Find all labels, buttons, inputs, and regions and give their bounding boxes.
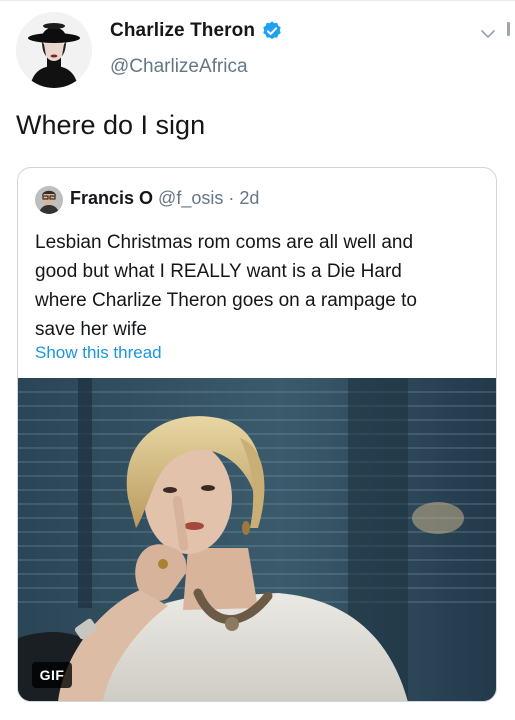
quoted-text-line: save her wife [35, 319, 147, 340]
meta-separator: · [228, 188, 235, 208]
gif-media[interactable]: GIF [18, 378, 496, 701]
quoted-author-header[interactable]: Francis O @f_osis · 2d [70, 188, 259, 209]
quoted-tweet-text: Lesbian Christmas rom coms are all well … [35, 228, 485, 344]
author-name-row[interactable]: Charlize Theron [110, 20, 283, 42]
gif-badge: GIF [32, 662, 72, 688]
author-display-name[interactable]: Charlize Theron [110, 20, 255, 42]
gif-frame-image [18, 378, 496, 701]
quoted-text-line: good but what I REALLY want is a Die Har… [35, 261, 402, 282]
quoted-author-avatar[interactable] [35, 186, 63, 214]
chevron-down-icon[interactable] [478, 24, 498, 44]
tweet-page: Charlize Theron @CharlizeAfrica Where do… [0, 0, 515, 720]
author-handle[interactable]: @CharlizeAfrica [110, 56, 248, 78]
verified-badge-icon [261, 20, 283, 42]
top-divider [0, 0, 515, 1]
show-thread-link[interactable]: Show this thread [35, 343, 162, 363]
quoted-author-avatar-image [35, 186, 63, 214]
quoted-tweet-card[interactable]: Francis O @f_osis · 2d Lesbian Christmas… [17, 167, 497, 702]
author-avatar[interactable] [16, 12, 92, 88]
author-avatar-image [16, 12, 92, 88]
quoted-author-name[interactable]: Francis O [70, 188, 153, 208]
tweet-text: Where do I sign [16, 110, 206, 140]
quoted-text-line: where Charlize Theron goes on a rampage … [35, 290, 417, 311]
quoted-text-line: Lesbian Christmas rom coms are all well … [35, 232, 414, 253]
quoted-author-handle[interactable]: @f_osis [158, 188, 223, 208]
scroll-indicator [507, 22, 510, 36]
quoted-tweet-age[interactable]: 2d [239, 188, 259, 208]
